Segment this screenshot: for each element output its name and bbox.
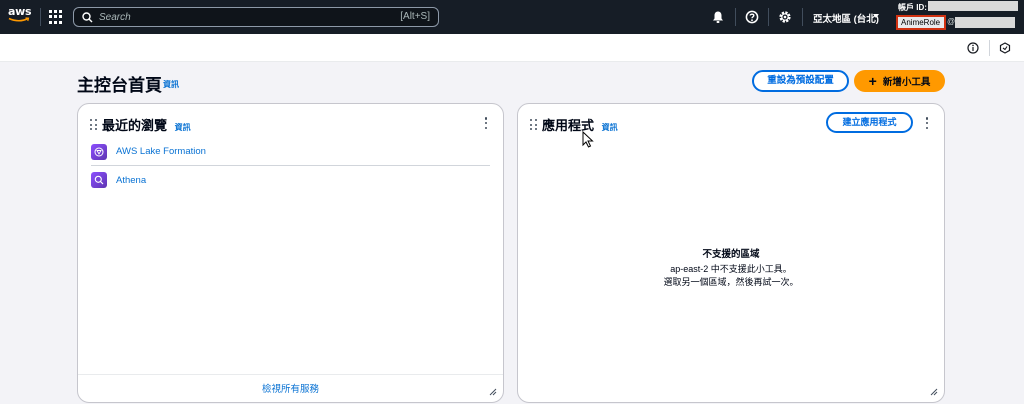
info-icon[interactable] (967, 42, 979, 54)
aws-logo-text: aws (8, 5, 32, 18)
list-item[interactable]: AWS Lake Formation (91, 138, 490, 166)
utility-divider (989, 40, 990, 56)
view-all-services-link[interactable]: 檢視所有服務 (262, 384, 319, 395)
unsupported-region-title: 不支援的區域 (702, 249, 760, 260)
service-link[interactable]: AWS Lake Formation (116, 146, 206, 157)
reset-default-layout-button[interactable]: 重設為預設配置 (752, 70, 849, 92)
chevron-down-icon[interactable] (873, 14, 879, 18)
drag-handle-icon[interactable] (90, 119, 97, 130)
search-shortcut-hint: [Alt+S] (400, 11, 430, 22)
applications-widget: 應用程式 資訊 建立應用程式 不支援的區域 ap-east-2 中不支援此小工具… (517, 103, 945, 403)
service-link[interactable]: Athena (116, 175, 146, 186)
utility-bar (0, 34, 1024, 62)
redacted-account-id (928, 1, 1018, 11)
nav-divider (802, 8, 803, 26)
nav-divider (40, 8, 41, 26)
region-selector[interactable]: 亞太地區 (台北) (813, 11, 879, 25)
page-info-link[interactable]: 資訊 (163, 79, 179, 90)
account-menu[interactable]: 帳戶 ID: AnimeRole @ (895, 0, 1024, 34)
role-at-sign: @ (947, 17, 956, 26)
plus-icon: + (868, 73, 877, 89)
widget-info-link[interactable]: 資訊 (602, 123, 618, 132)
settings-gear-icon[interactable] (778, 10, 792, 24)
lake-formation-icon (91, 143, 107, 160)
unsupported-region-hint: 選取另一個區域，然後再試一次。 (663, 277, 799, 287)
widget-title: 應用程式 資訊 (542, 115, 618, 134)
aws-logo[interactable]: aws (8, 6, 32, 28)
widget-info-link[interactable]: 資訊 (175, 123, 191, 132)
drag-handle-icon[interactable] (530, 119, 537, 130)
recently-visited-title: 最近的瀏覽 (102, 118, 168, 133)
search-input[interactable]: Search [Alt+S] (73, 7, 439, 27)
add-widget-label: 新增小工具 (882, 77, 931, 88)
more-options-icon[interactable] (925, 117, 929, 129)
top-navigation-bar: aws Search [Alt+S] 亞太地區 (台北) 帳戶 ID: Anim… (0, 0, 1024, 34)
search-placeholder: Search (99, 11, 131, 23)
cloudshell-feedback-icon[interactable] (999, 42, 1011, 54)
notifications-bell-icon[interactable] (711, 10, 725, 24)
page-title: 主控台首頁 (77, 76, 162, 95)
resize-handle-icon[interactable] (489, 388, 497, 396)
services-menu-grid-icon[interactable] (49, 10, 63, 24)
create-application-button[interactable]: 建立應用程式 (826, 112, 913, 133)
resize-handle-icon[interactable] (930, 388, 938, 396)
redacted-account-alias (955, 17, 1015, 28)
recently-visited-widget: 最近的瀏覽 資訊 AWS Lake Formation Athena 檢視所有服… (77, 103, 504, 403)
nav-divider (768, 8, 769, 26)
add-widget-button[interactable]: + 新增小工具 (854, 70, 945, 92)
widget-title: 最近的瀏覽 資訊 (102, 115, 191, 134)
unsupported-region-message: ap-east-2 中不支援此小工具。 (670, 264, 792, 274)
more-options-icon[interactable] (484, 117, 488, 129)
nav-divider (735, 8, 736, 26)
mouse-pointer-icon (582, 131, 594, 148)
account-id-label: 帳戶 ID: (898, 3, 927, 12)
search-icon (82, 11, 93, 22)
role-name-highlight: AnimeRole (896, 15, 946, 30)
list-item[interactable]: Athena (91, 166, 490, 194)
help-icon[interactable] (745, 10, 759, 24)
athena-icon (91, 172, 107, 188)
widget-footer: 檢視所有服務 (78, 374, 503, 402)
